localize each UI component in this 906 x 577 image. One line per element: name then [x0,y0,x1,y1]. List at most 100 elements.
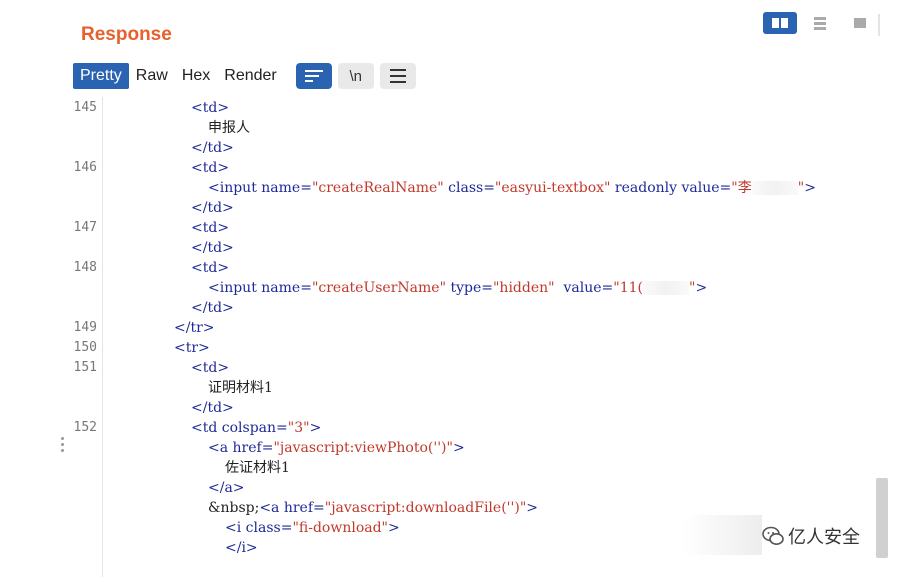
code-token: readonly value= [610,180,732,196]
layout-toggle [763,12,877,36]
code-line: 申报人 [208,118,250,138]
word-wrap-icon [304,69,323,83]
code-line: <td> [191,98,229,118]
single-pane-button[interactable] [843,12,877,34]
code-token: 申报人 [208,120,250,136]
code-token: <input [208,180,262,196]
code-token: "javascript:viewPhoto('')" [273,440,453,456]
code-line: 佐证材料1 [225,458,290,478]
code-line: </td> [191,298,234,318]
redacted-value [751,181,798,195]
code-token: href= [283,500,325,516]
redacted-value [642,281,689,295]
code-line: </td> [191,238,234,258]
panel-title: Response [81,24,172,45]
code-line: <i class="fi-download"> [225,518,400,538]
scrollbar-thumb[interactable] [876,478,888,558]
wechat-logo-icon [762,526,784,545]
options-menu-button[interactable] [379,63,416,89]
code-token: "hidden" [492,280,555,296]
code-token: "11( [613,280,643,296]
code-line: </td> [191,138,234,158]
code-token: </td> [191,140,234,156]
watermark: 亿人安全 [762,523,860,549]
code-token: name= [261,280,312,296]
code-line: <input name="createRealName" class="easy… [208,178,816,198]
code-token: <td> [191,260,230,276]
code-token: </td> [191,200,234,216]
show-newlines-button[interactable]: \n [337,63,374,89]
code-token: "createRealName" [311,180,444,196]
tab-render[interactable]: Render [217,63,283,89]
code-token: class= [245,520,293,536]
code-token: <i [225,520,246,536]
code-line: &nbsp;<a href="javascript:downloadFile('… [208,498,538,518]
word-wrap-button[interactable] [295,63,332,89]
code-token: "3" [287,420,310,436]
code-token: 佐证材料1 [225,460,290,476]
line-number: 148 [73,260,97,275]
code-token: "李 [731,180,752,196]
code-token: <td> [191,160,230,176]
code-token: class= [443,180,495,196]
tab-hex[interactable]: Hex [175,63,217,89]
line-number: 149 [73,320,97,335]
line-number: 150 [73,340,97,355]
code-token: > [526,500,538,516]
tab-pretty[interactable]: Pretty [73,63,129,89]
code-token: "fi-download" [292,520,388,536]
code-token: "createUserName" [311,280,447,296]
code-token: </tr> [174,320,215,336]
split-columns-button[interactable] [763,12,797,34]
gutter-divider [102,97,103,577]
code-token: <a [208,440,233,456]
code-token: </a> [208,480,245,496]
view-tabs: Pretty Raw Hex Render \n [73,62,416,90]
tab-raw[interactable]: Raw [129,63,175,89]
code-line: </i> [225,538,258,558]
code-line: <input name="createUserName" type="hidde… [208,278,707,298]
split-rows-button[interactable] [803,12,837,34]
single-pane-icon [854,18,866,28]
code-token: <a [259,500,284,516]
code-line: <td> [191,218,229,238]
code-token: </td> [191,240,234,256]
split-columns-icon [772,18,788,28]
code-token: </td> [191,400,234,416]
code-token: "easyui-textbox" [494,180,611,196]
code-line: </td> [191,398,234,418]
code-token: > [388,520,400,536]
watermark-ghost [682,515,762,555]
line-number: 147 [73,220,97,235]
code-token: href= [232,440,274,456]
code-token: 证明材料1 [208,380,273,396]
code-line: <td> [191,358,229,378]
watermark-text: 亿人安全 [788,527,860,548]
code-line: 证明材料1 [208,378,273,398]
code-token: > [452,440,465,456]
code-line: <td> [191,258,229,278]
code-token: name= [261,180,312,196]
code-token: <input [208,280,262,296]
code-token: > [309,420,322,436]
code-token: > [804,180,816,196]
divider [878,14,880,36]
line-number: 146 [73,160,97,175]
code-line: <td> [191,158,229,178]
code-token: <tr> [174,340,210,356]
newline-label: \n [349,67,362,85]
code-token: </i> [225,540,258,556]
code-token: type= [446,280,493,296]
code-token: value= [554,280,614,296]
code-line: <tr> [174,338,210,358]
hamburger-menu-icon [389,69,406,83]
code-line: </a> [208,478,245,498]
code-line: <td colspan="3"> [191,418,321,438]
code-editor[interactable]: 145 <td> 申报人 </td> 146 <td> <input name="creat… [62,97,889,577]
code-token: > [695,280,708,296]
line-number: 152 [73,420,97,435]
code-line: </td> [191,198,234,218]
code-token: <td [191,420,222,436]
code-token: &nbsp; [208,500,260,516]
code-token: "javascript:downloadFile('')" [324,500,527,516]
